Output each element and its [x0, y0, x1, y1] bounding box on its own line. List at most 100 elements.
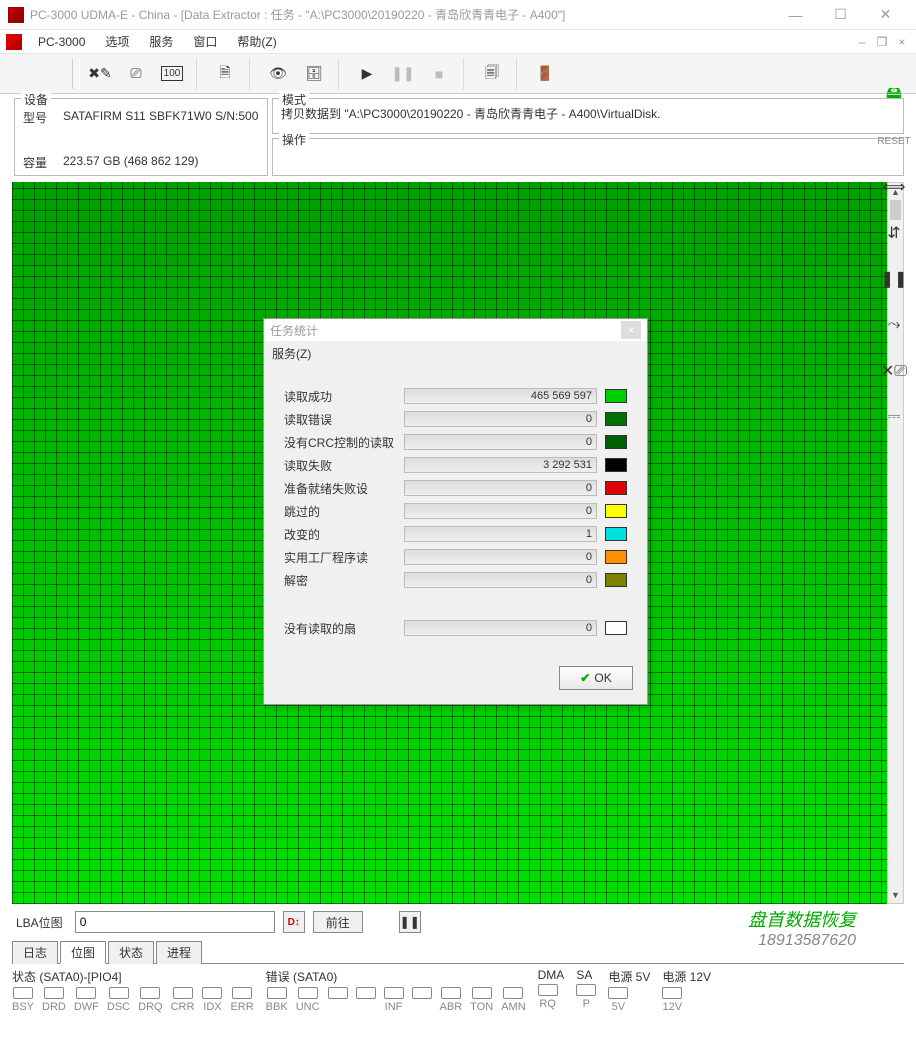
menu-bar: PC-3000 选项 服务 窗口 帮助(Z) – ❐ ×: [0, 30, 916, 54]
stop-icon[interactable]: ■: [423, 58, 455, 90]
stat-swatch: [605, 527, 627, 541]
error-title: 错误 (SATA0): [266, 968, 526, 985]
stat-bar: 0: [404, 480, 597, 496]
stat-row: 没有读取的扇0: [284, 619, 627, 637]
tab-status[interactable]: 状态: [108, 941, 154, 964]
stat-bar: 3 292 531: [404, 457, 597, 473]
ok-label: OK: [594, 671, 611, 685]
stat-row: 没有CRC控制的读取0: [284, 433, 627, 451]
lba-toggle-button[interactable]: D↕: [283, 911, 305, 933]
pause-icon[interactable]: ❚❚: [387, 58, 419, 90]
device-panel: 设备 型号 SATAFIRM S11 SBFK71W0 S/N:500 容量 2…: [14, 98, 268, 176]
reset-icon[interactable]: RESET: [881, 128, 907, 154]
menu-window[interactable]: 窗口: [183, 30, 227, 53]
tab-process[interactable]: 进程: [156, 941, 202, 964]
exit-icon[interactable]: 🚪: [529, 58, 561, 90]
stat-swatch: [605, 550, 627, 564]
led-DRD: DRD: [42, 987, 66, 1013]
led-blank: [412, 987, 432, 1013]
pwr5-title: 电源 5V: [608, 968, 650, 985]
operation-panel: 操作: [272, 138, 904, 176]
led-12V: 12V: [662, 987, 682, 1013]
pwr12-title: 电源 12V: [662, 968, 711, 985]
menu-help[interactable]: 帮助(Z): [227, 30, 286, 53]
stat-swatch: [605, 412, 627, 426]
lba-bar: LBA位图 D↕ 前往 ❚❚: [12, 908, 904, 936]
tab-bitmap[interactable]: 位图: [60, 941, 106, 964]
dialog-close-button[interactable]: ×: [621, 321, 641, 339]
dma-section: DMA RQ: [538, 968, 565, 1013]
capacity-value: 223.57 GB (468 862 129): [63, 154, 198, 171]
stat-bar: 0: [404, 572, 597, 588]
tools-icon[interactable]: ✖✎: [84, 58, 116, 90]
bottom-tabs: 日志 位图 状态 进程: [12, 940, 904, 964]
stat-name: 准备就绪失败设: [284, 480, 404, 497]
stat-bar: 0: [404, 434, 597, 450]
stat-name: 改变的: [284, 526, 404, 543]
status-section: 状态 (SATA0)-[PIO4] BSYDRDDWFDSCDRQCRRIDXE…: [12, 968, 254, 1013]
device-panel-title: 设备: [21, 91, 51, 108]
model-label: 型号: [23, 109, 63, 126]
stat-bar: 465 569 597: [404, 388, 597, 404]
lba-input[interactable]: [75, 911, 275, 933]
mdi-minimize-icon[interactable]: –: [854, 34, 870, 50]
task-stats-dialog: 任务统计 × 服务(Z) 读取成功465 569 597读取错误0没有CRC控制…: [263, 318, 648, 705]
menu-options[interactable]: 选项: [95, 30, 139, 53]
disk-power-icon[interactable]: 🖴: [881, 82, 907, 108]
pause-side-icon[interactable]: ❚❚: [881, 266, 907, 292]
stat-row: 实用工厂程序读0: [284, 548, 627, 566]
stat-name: 没有读取的扇: [284, 620, 404, 637]
adjust-icon[interactable]: ⇵: [881, 220, 907, 246]
app-icon-small: [6, 34, 22, 50]
range-icon[interactable]: ⟺: [881, 174, 907, 200]
copy-icon[interactable]: 🗐: [476, 58, 508, 90]
sa-section: SA P: [576, 968, 596, 1013]
stat-bar: 0: [404, 549, 597, 565]
pause-nav-button[interactable]: ❚❚: [399, 911, 421, 933]
goto-button[interactable]: 前往: [313, 911, 363, 933]
check-icon: ✔: [580, 671, 590, 685]
scroll-down-icon[interactable]: ▼: [888, 886, 903, 903]
dialog-menu[interactable]: 服务(Z): [264, 341, 647, 366]
lba-label: LBA位图: [12, 914, 67, 931]
stat-name: 没有CRC控制的读取: [284, 434, 404, 451]
stat-swatch: [605, 389, 627, 403]
minimize-button[interactable]: —: [773, 0, 818, 30]
led-DWF: DWF: [74, 987, 99, 1013]
menu-app[interactable]: PC-3000: [28, 32, 95, 52]
led-RQ: RQ: [538, 984, 558, 1010]
maximize-button[interactable]: ☐: [818, 0, 863, 30]
led-blank: [356, 987, 376, 1013]
disk-icon[interactable]: 🗄: [298, 58, 330, 90]
stat-name: 解密: [284, 572, 404, 589]
stat-name: 读取错误: [284, 411, 404, 428]
close-side-icon[interactable]: ✕⎚: [881, 358, 907, 384]
stat-swatch: [605, 621, 627, 635]
percent-icon[interactable]: 100: [156, 58, 188, 90]
mdi-restore-icon[interactable]: ❐: [874, 34, 890, 50]
menu-service[interactable]: 服务: [139, 30, 183, 53]
mode-panel-title: 模式: [279, 91, 309, 108]
dialog-titlebar[interactable]: 任务统计 ×: [264, 319, 647, 341]
window-title: PC-3000 UDMA-E - China - [Data Extractor…: [30, 6, 773, 23]
status-bar: 状态 (SATA0)-[PIO4] BSYDRDDWFDSCDRQCRRIDXE…: [12, 968, 904, 1013]
status-title: 状态 (SATA0)-[PIO4]: [12, 968, 254, 985]
stat-name: 读取失败: [284, 457, 404, 474]
led-5V: 5V: [608, 987, 628, 1013]
play-icon[interactable]: ▶: [351, 58, 383, 90]
stat-name: 读取成功: [284, 388, 404, 405]
ok-button[interactable]: ✔ OK: [559, 666, 633, 690]
operation-panel-title: 操作: [279, 131, 309, 148]
binoculars-icon[interactable]: 👁: [262, 58, 294, 90]
seek-icon[interactable]: ⤳: [881, 312, 907, 338]
tab-log[interactable]: 日志: [12, 941, 58, 964]
close-button[interactable]: ✕: [863, 0, 908, 30]
stat-row: 改变的1: [284, 525, 627, 543]
led-DSC: DSC: [107, 987, 130, 1013]
scope-icon[interactable]: ⎚: [120, 58, 152, 90]
report-icon[interactable]: 🗎: [209, 58, 241, 90]
mdi-close-icon[interactable]: ×: [894, 34, 910, 50]
led-BSY: BSY: [12, 987, 34, 1013]
led-IDX: IDX: [202, 987, 222, 1013]
link-icon[interactable]: ⎓: [881, 404, 907, 430]
